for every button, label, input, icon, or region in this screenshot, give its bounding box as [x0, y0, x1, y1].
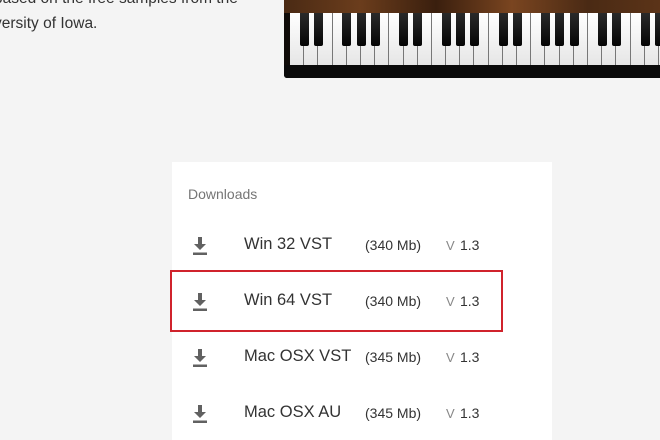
download-row-win64-vst[interactable]: Win 64 VST (340 Mb) V 1.3	[172, 273, 552, 329]
piano-base	[284, 65, 660, 78]
intro-line-1: based on the free samples from the	[0, 0, 284, 11]
version-prefix: V	[446, 406, 455, 421]
download-version: 1.3	[460, 293, 480, 309]
piano-black-key	[541, 13, 551, 46]
piano-black-key	[356, 13, 366, 46]
piano-wood-panel	[284, 0, 660, 13]
download-name[interactable]: Win 64 VST	[244, 291, 332, 310]
piano-image	[284, 0, 660, 78]
download-name[interactable]: Win 32 VST	[244, 235, 332, 254]
download-icon[interactable]	[192, 293, 208, 311]
download-name[interactable]: Mac OSX VST	[244, 347, 351, 366]
downloads-title: Downloads	[188, 186, 258, 202]
piano-black-key	[441, 13, 451, 46]
intro-text: based on the free samples from the versi…	[0, 0, 284, 36]
download-size: (340 Mb)	[365, 293, 422, 309]
piano-black-key	[512, 13, 522, 46]
download-row-mac-osx-au[interactable]: Mac OSX AU (345 Mb) V 1.3	[172, 385, 552, 440]
piano-black-key	[654, 13, 660, 46]
piano-black-key	[640, 13, 650, 46]
download-icon[interactable]	[192, 349, 208, 367]
download-version: 1.3	[460, 237, 480, 253]
piano-black-key	[555, 13, 565, 46]
download-row-win32-vst[interactable]: Win 32 VST (340 Mb) V 1.3	[172, 217, 552, 273]
piano-black-key	[470, 13, 480, 46]
download-size: (345 Mb)	[365, 405, 422, 421]
piano-black-key	[498, 13, 508, 46]
piano-black-key	[455, 13, 465, 46]
piano-black-key	[313, 13, 323, 46]
download-row-mac-osx-vst[interactable]: Mac OSX VST (345 Mb) V 1.3	[172, 329, 552, 385]
piano-black-key	[370, 13, 380, 46]
intro-line-2: versity of Iowa.	[0, 15, 98, 32]
piano-black-key	[299, 13, 309, 46]
version-prefix: V	[446, 294, 455, 309]
version-prefix: V	[446, 238, 455, 253]
download-icon[interactable]	[192, 405, 208, 423]
piano-black-key	[413, 13, 423, 46]
piano-black-keys	[290, 13, 660, 46]
page: based on the free samples from the versi…	[0, 0, 660, 440]
piano-black-key	[399, 13, 409, 46]
downloads-card: Downloads Win 32 VST (340 Mb) V 1.3 Win …	[172, 162, 552, 440]
download-version: 1.3	[460, 349, 480, 365]
piano-black-key	[569, 13, 579, 46]
download-size: (340 Mb)	[365, 237, 422, 253]
download-version: 1.3	[460, 405, 480, 421]
download-icon[interactable]	[192, 237, 208, 255]
piano-black-key	[342, 13, 352, 46]
piano-black-key	[597, 13, 607, 46]
piano-black-key	[612, 13, 622, 46]
version-prefix: V	[446, 350, 455, 365]
download-size: (345 Mb)	[365, 349, 422, 365]
download-name[interactable]: Mac OSX AU	[244, 403, 341, 422]
